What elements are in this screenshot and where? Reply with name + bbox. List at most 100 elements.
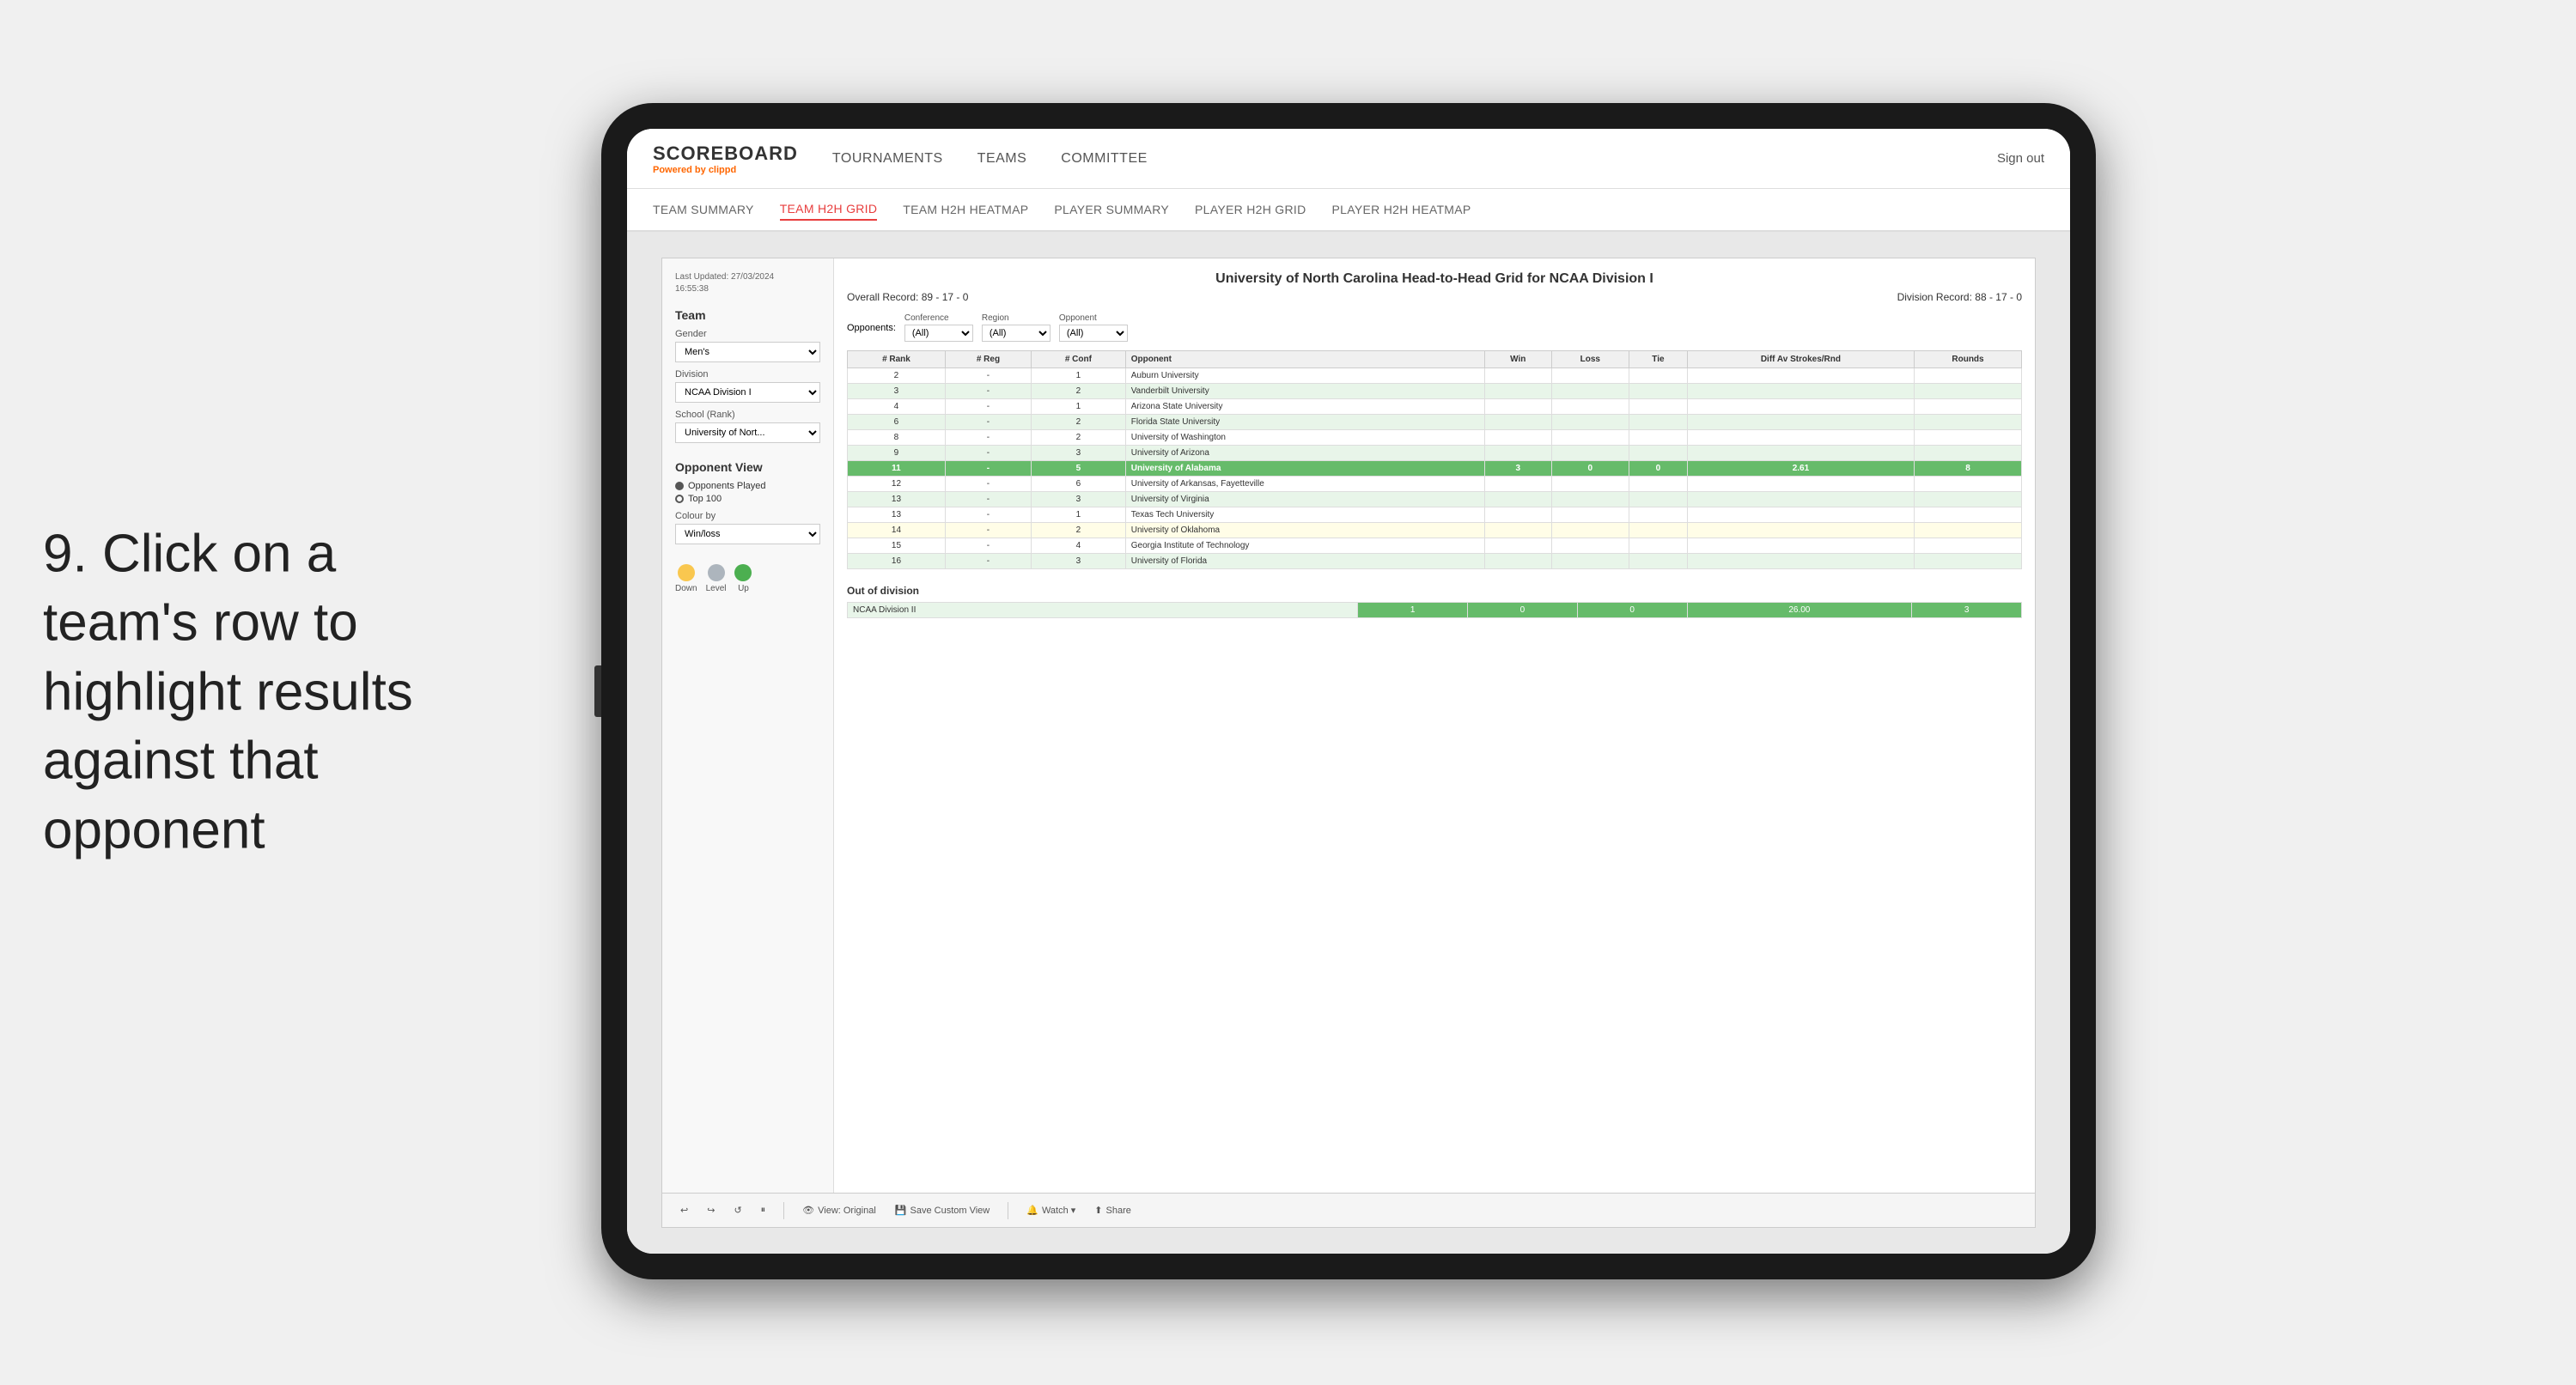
sign-out-link[interactable]: Sign out	[1997, 151, 2044, 166]
cell-loss	[1551, 492, 1629, 507]
region-select[interactable]: (All)	[982, 325, 1050, 342]
radio-dot-top100	[675, 495, 684, 503]
tableau-toolbar-wrapper: ↩ ↪ ↺ ⏸ 👁 View: Original 💾 Save Custom V…	[662, 1193, 2035, 1227]
colour-by-label: Colour by	[675, 511, 820, 521]
legend-down-dot	[678, 564, 695, 581]
sub-nav-team-summary[interactable]: TEAM SUMMARY	[653, 199, 754, 220]
table-row[interactable]: 16 - 3 University of Florida	[848, 554, 2022, 569]
legend-down: Down	[675, 564, 697, 593]
conference-select[interactable]: (All)	[904, 325, 973, 342]
save-custom-view-button[interactable]: 💾 Save Custom View	[890, 1203, 995, 1218]
radio-top100[interactable]: Top 100	[675, 494, 820, 504]
table-row[interactable]: 12 - 6 University of Arkansas, Fayettevi…	[848, 477, 2022, 492]
cell-rounds: 8	[1914, 461, 2021, 477]
reset-button[interactable]: ↺	[728, 1203, 746, 1218]
cell-diff	[1687, 368, 1914, 384]
nav-committee[interactable]: COMMITTEE	[1061, 144, 1148, 173]
cell-opponent: Texas Tech University	[1125, 507, 1484, 523]
redo-button[interactable]: ↪	[702, 1203, 720, 1218]
cell-tie	[1629, 430, 1688, 446]
legend: Down Level Up	[675, 564, 820, 593]
last-updated: Last Updated: 27/03/2024 16:55:38	[675, 271, 820, 295]
radio-opponents-played[interactable]: Opponents Played	[675, 481, 820, 491]
cell-loss	[1551, 507, 1629, 523]
cell-diff	[1687, 477, 1914, 492]
legend-level-dot	[708, 564, 725, 581]
cell-reg: -	[945, 461, 1031, 477]
cell-loss	[1551, 384, 1629, 399]
cell-tie	[1629, 523, 1688, 538]
table-row[interactable]: 9 - 3 University of Arizona	[848, 446, 2022, 461]
cell-reg: -	[945, 523, 1031, 538]
records-row: Overall Record: 89 - 17 - 0 Division Rec…	[847, 291, 2022, 303]
cell-win	[1484, 384, 1551, 399]
table-row[interactable]: 3 - 2 Vanderbilt University	[848, 384, 2022, 399]
sub-nav-team-h2h-heatmap[interactable]: TEAM H2H HEATMAP	[903, 199, 1028, 220]
cell-opponent: University of Florida	[1125, 554, 1484, 569]
team-section-title: Team	[675, 308, 820, 322]
sub-nav-player-h2h-heatmap[interactable]: PLAYER H2H HEATMAP	[1332, 199, 1471, 220]
table-row[interactable]: 2 - 1 Auburn University	[848, 368, 2022, 384]
out-of-division-win: 1	[1358, 603, 1468, 618]
school-rank-select[interactable]: University of Nort...	[675, 422, 820, 443]
cell-rank: 6	[848, 415, 946, 430]
cell-tie	[1629, 492, 1688, 507]
table-row[interactable]: 13 - 1 Texas Tech University	[848, 507, 2022, 523]
out-of-division-row[interactable]: NCAA Division II 1 0 0 26.00 3	[848, 603, 2022, 618]
table-row[interactable]: 6 - 2 Florida State University	[848, 415, 2022, 430]
cell-opponent: University of Alabama	[1125, 461, 1484, 477]
watch-button[interactable]: 🔔 Watch ▾	[1021, 1203, 1081, 1218]
cell-tie	[1629, 399, 1688, 415]
cell-tie	[1629, 368, 1688, 384]
gender-select[interactable]: Men's	[675, 342, 820, 362]
tablet-device: SCOREBOARD Powered by clippd TOURNAMENTS…	[601, 103, 2096, 1279]
cell-conf: 1	[1032, 399, 1126, 415]
cell-win	[1484, 492, 1551, 507]
right-panel: University of North Carolina Head-to-Hea…	[834, 258, 2035, 1227]
cell-win	[1484, 446, 1551, 461]
share-button[interactable]: ⬆ Share	[1089, 1203, 1136, 1218]
table-row[interactable]: 4 - 1 Arizona State University	[848, 399, 2022, 415]
nav-tournaments[interactable]: TOURNAMENTS	[832, 144, 943, 173]
colour-by-select[interactable]: Win/loss	[675, 524, 820, 544]
cell-rank: 13	[848, 492, 946, 507]
toolbar-separator-1	[783, 1202, 784, 1219]
cell-reg: -	[945, 492, 1031, 507]
table-row[interactable]: 13 - 3 University of Virginia	[848, 492, 2022, 507]
division-select[interactable]: NCAA Division I	[675, 382, 820, 403]
table-row[interactable]: 8 - 2 University of Washington	[848, 430, 2022, 446]
table-row[interactable]: 11 - 5 University of Alabama 3 0 0 2.61 …	[848, 461, 2022, 477]
sub-nav-team-h2h-grid[interactable]: TEAM H2H GRID	[780, 198, 878, 221]
cell-rank: 8	[848, 430, 946, 446]
cell-reg: -	[945, 415, 1031, 430]
pause-button[interactable]: ⏸	[756, 1203, 771, 1218]
table-row[interactable]: 14 - 2 University of Oklahoma	[848, 523, 2022, 538]
col-conf: # Conf	[1032, 351, 1126, 368]
nav-teams[interactable]: TEAMS	[977, 144, 1027, 173]
table-row[interactable]: 15 - 4 Georgia Institute of Technology	[848, 538, 2022, 554]
cell-loss	[1551, 446, 1629, 461]
opponent-select[interactable]: (All)	[1059, 325, 1128, 342]
cell-tie	[1629, 507, 1688, 523]
table-header-row: # Rank # Reg # Conf Opponent Win Loss Ti…	[848, 351, 2022, 368]
instruction-text: 9. Click on a team's row to highlight re…	[43, 519, 455, 866]
division-label: Division	[675, 369, 820, 380]
sub-nav-player-h2h-grid[interactable]: PLAYER H2H GRID	[1195, 199, 1306, 220]
cell-rank: 12	[848, 477, 946, 492]
out-of-division-header: Out of division	[847, 585, 2022, 597]
sub-nav-player-summary[interactable]: PLAYER SUMMARY	[1054, 199, 1169, 220]
cell-conf: 6	[1032, 477, 1126, 492]
cell-win	[1484, 507, 1551, 523]
cell-rounds	[1914, 477, 2021, 492]
sub-navigation: TEAM SUMMARY TEAM H2H GRID TEAM H2H HEAT…	[627, 189, 2070, 232]
cell-win	[1484, 554, 1551, 569]
cell-diff	[1687, 446, 1914, 461]
cell-conf: 5	[1032, 461, 1126, 477]
out-of-division-rounds: 3	[1912, 603, 2022, 618]
gender-label: Gender	[675, 329, 820, 339]
undo-button[interactable]: ↩	[675, 1203, 693, 1218]
view-original-button[interactable]: 👁 View: Original	[797, 1203, 881, 1218]
conference-filter: Conference (All)	[904, 313, 973, 342]
cell-rounds	[1914, 446, 2021, 461]
cell-rounds	[1914, 507, 2021, 523]
